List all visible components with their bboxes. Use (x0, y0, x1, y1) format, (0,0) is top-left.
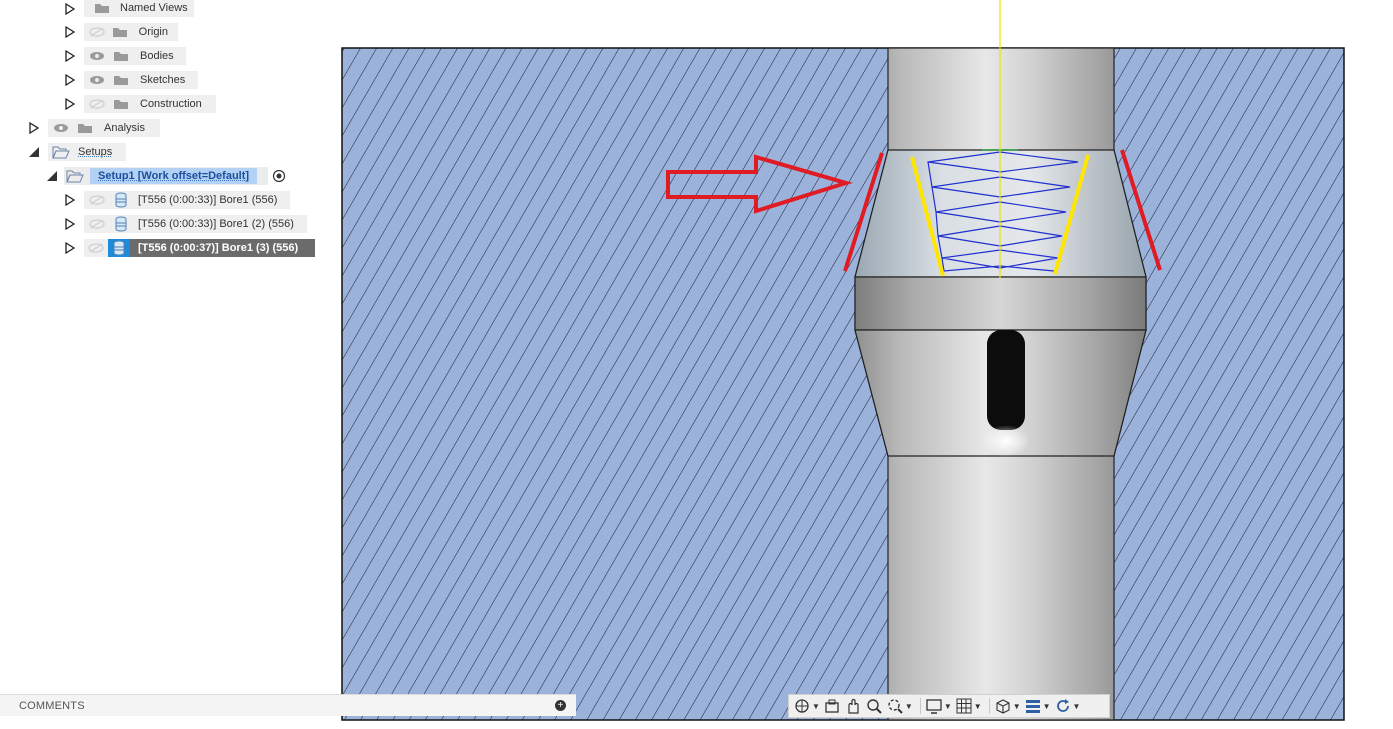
fit-icon[interactable]: ▼ (886, 696, 913, 716)
tree-item-bore1-2[interactable]: [T556 (0:00:33)] Bore1 (2) (556) (84, 215, 307, 233)
orbit-icon[interactable]: ▼ (793, 696, 820, 716)
tree-item-bore1[interactable]: [T556 (0:00:33)] Bore1 (556) (84, 191, 290, 209)
tree-item-construction[interactable]: Construction (84, 95, 216, 113)
browser-tree: Named Views Origin Bodies Sketches Const… (0, 0, 340, 690)
look-at-icon[interactable] (823, 696, 841, 716)
folder-icon (94, 0, 110, 17)
expand-bore1-icon[interactable] (63, 191, 77, 209)
eye-hidden-icon[interactable] (88, 23, 105, 41)
bore-operation-icon (112, 215, 130, 233)
expand-construction-icon[interactable] (63, 95, 77, 113)
tree-item-named-views[interactable]: Named Views (84, 0, 194, 17)
eye-hidden-icon[interactable] (88, 95, 106, 113)
tree-item-bore1-3-eye[interactable] (84, 239, 108, 257)
folder-icon (112, 47, 130, 65)
folder-icon (76, 119, 94, 137)
section-icon[interactable]: ▼ (1024, 696, 1051, 716)
expand-bodies-icon[interactable] (63, 47, 77, 65)
tree-item-bore1-3[interactable]: [T556 (0:00:37)] Bore1 (3) (556) (108, 239, 315, 257)
bore-operation-icon (108, 239, 130, 257)
grid-icon[interactable]: ▼ (955, 696, 982, 716)
expand-sketches-icon[interactable] (63, 71, 77, 89)
collapse-setup1-icon[interactable] (45, 167, 59, 185)
bore-operation-icon (112, 191, 130, 209)
folder-icon (112, 71, 130, 89)
view-cube-icon[interactable]: ▼ (994, 696, 1021, 716)
tree-item-analysis[interactable]: Analysis (48, 119, 160, 137)
eye-hidden-icon[interactable] (88, 191, 106, 209)
folder-icon (111, 23, 128, 41)
open-folder-icon (66, 167, 84, 185)
folder-icon (112, 95, 130, 113)
bore-ring (854, 276, 1147, 331)
collapse-setups-icon[interactable] (27, 143, 41, 161)
expand-named-views-icon[interactable] (63, 0, 77, 18)
comments-label: COMMENTS (19, 699, 85, 712)
bore-slot (987, 330, 1025, 430)
tree-item-bodies[interactable]: Bodies (84, 47, 186, 65)
eye-hidden-icon[interactable] (88, 215, 106, 233)
expand-analysis-icon[interactable] (27, 119, 41, 137)
tree-item-setup1[interactable]: Setup1 [Work offset=Default] (64, 167, 268, 185)
expand-bore1-3-icon[interactable] (63, 239, 77, 257)
open-folder-icon (52, 143, 70, 161)
eye-hidden-icon[interactable] (88, 239, 104, 257)
tree-item-setups[interactable]: Setups (48, 143, 126, 161)
eye-icon[interactable] (88, 71, 106, 89)
zoom-icon[interactable] (865, 696, 883, 716)
tree-item-sketches[interactable]: Sketches (84, 71, 198, 89)
navigation-bar: ▼ ▼ ▼ ▼ ▼ ▼ ▼ (788, 694, 1110, 718)
expand-bore1-2-icon[interactable] (63, 215, 77, 233)
section-hatch (341, 47, 1345, 721)
refresh-icon[interactable]: ▼ (1054, 696, 1080, 716)
tree-item-origin[interactable]: Origin (84, 23, 178, 41)
eye-icon[interactable] (88, 47, 106, 65)
expand-origin-icon[interactable] (63, 23, 77, 41)
eye-icon[interactable] (52, 119, 70, 137)
pan-icon[interactable] (844, 696, 862, 716)
add-comment-icon[interactable]: + (555, 700, 566, 711)
activate-setup-icon[interactable] (272, 167, 286, 185)
comments-panel[interactable]: COMMENTS + (0, 694, 576, 716)
display-settings-icon[interactable]: ▼ (925, 696, 952, 716)
